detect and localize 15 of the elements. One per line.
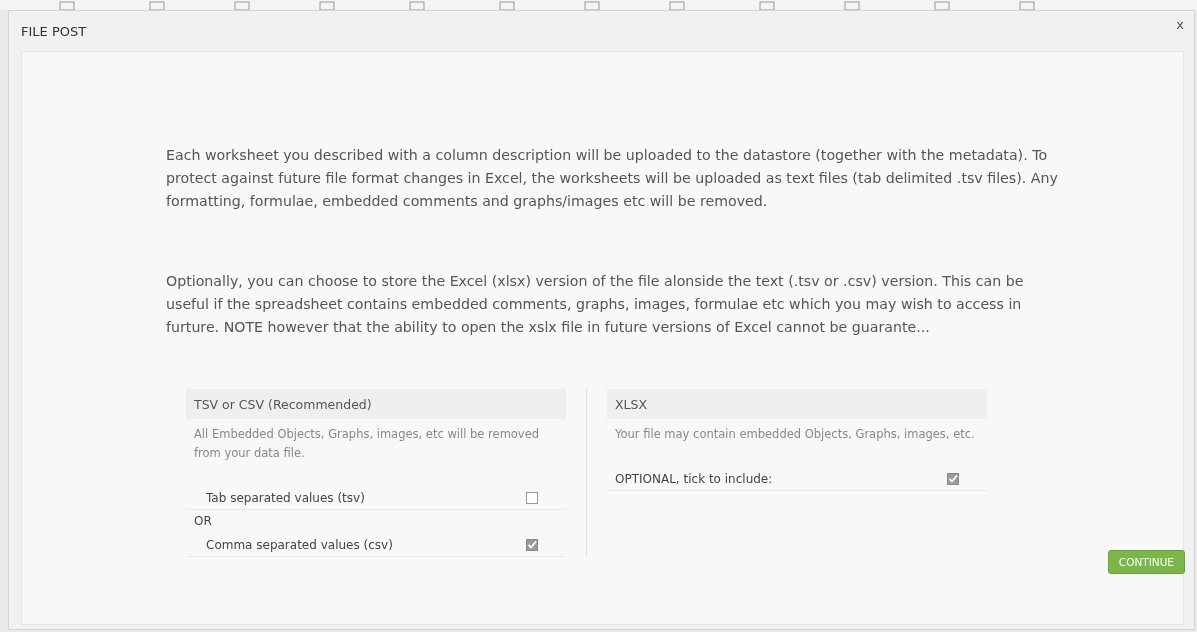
panel-note: All Embedded Objects, Graphs, images, etc will be removed from your data file. <box>193 426 541 462</box>
panel-heading: XLSX <box>607 389 987 419</box>
checkbox[interactable] <box>526 539 538 551</box>
option-label: Comma separated values (csv) <box>206 538 393 552</box>
option-label: OPTIONAL, tick to include: <box>615 472 773 486</box>
panel-heading: TSV or CSV (Recommended) <box>186 389 566 419</box>
panel-note: Your file may contain embedded Objects, Graphs, images, etc. <box>614 426 976 443</box>
description-text: Optionally, you can choose to store the Excel (xlsx) version of the file alonside the text (.tsv or .csv) version. This can be useful if the spreadsheet contains embedded comments, graphs, images, formulae etc which you may wish to access in furture. NOTE however that the ability to open the xslx file in future versions of Excel cannot be guarante... <box>166 272 1025 337</box>
close-button[interactable]: x <box>1174 17 1186 32</box>
checkbox[interactable] <box>526 492 538 504</box>
description-text: Each worksheet you described with a column description will be uploaded to the datastore (together with the metadata). To protect against future file format changes in Excel, the worksheets will be uploaded as text files (tab delimited .tsv files). Any formatting, formulae, embedded comments and graphs/images etc will be removed. <box>166 146 1059 211</box>
option-label: Tab separated values (tsv) <box>206 491 365 505</box>
or-label: OR <box>193 513 213 530</box>
checkbox[interactable] <box>947 473 959 485</box>
dialog-title: FILE POST <box>21 23 87 39</box>
